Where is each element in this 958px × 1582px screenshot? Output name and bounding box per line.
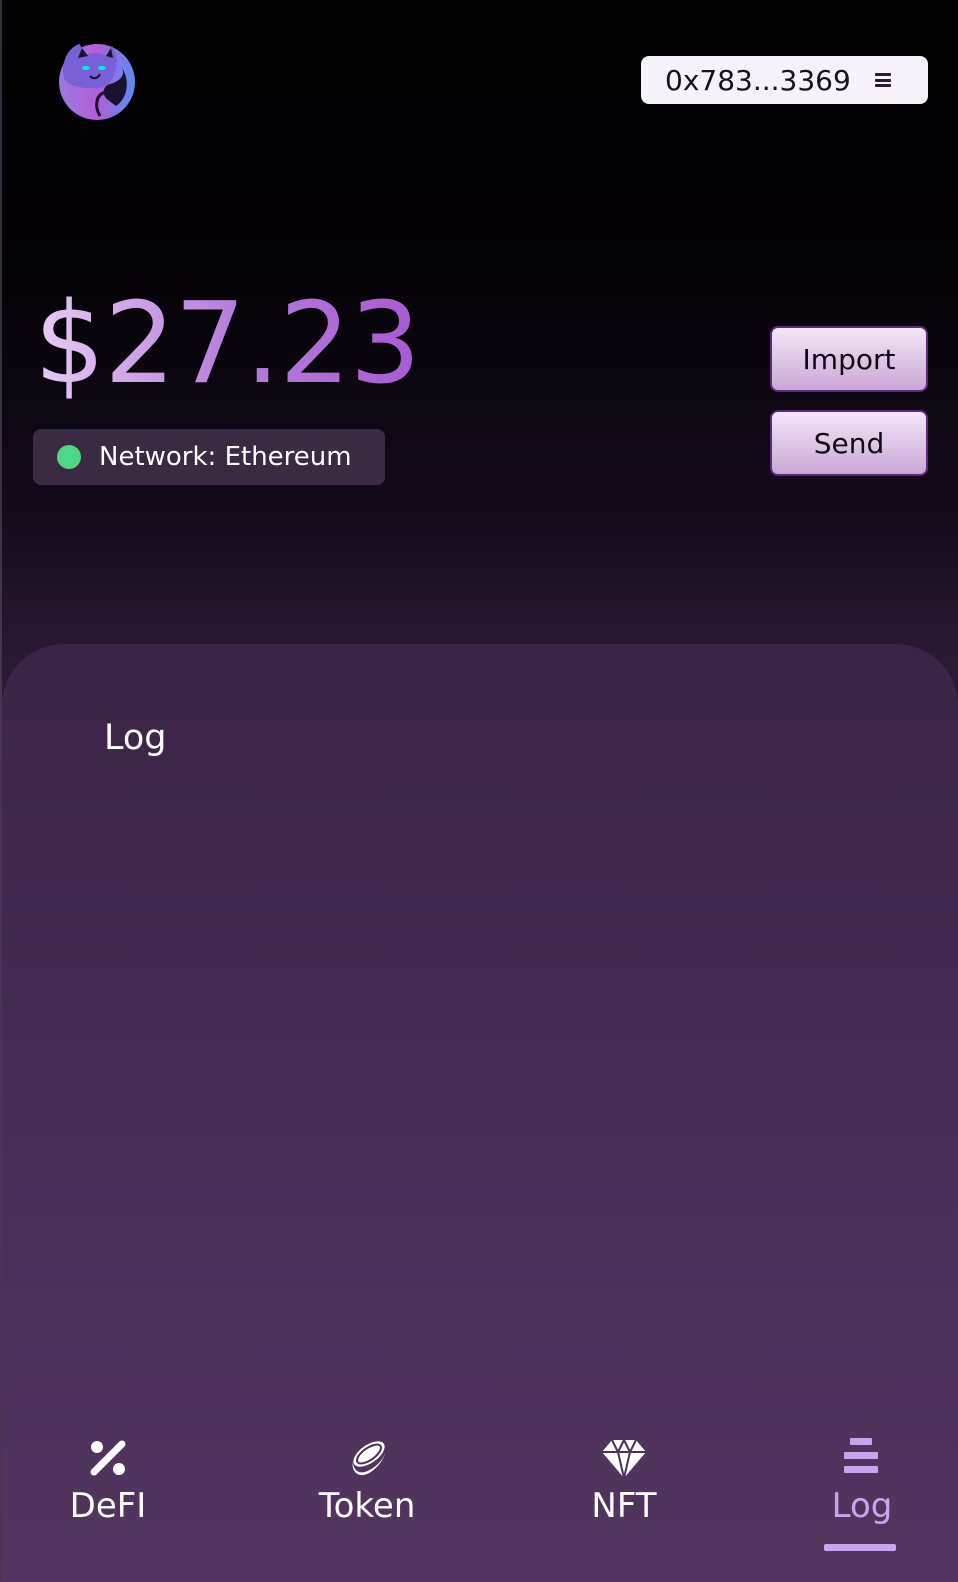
wallet-address-button[interactable]: 0x783...3369	[641, 56, 928, 104]
network-label: Network: Ethereum	[99, 442, 352, 472]
hamburger-icon	[874, 73, 891, 87]
list-icon	[838, 1434, 886, 1482]
diamond-icon	[600, 1434, 648, 1482]
tab-token[interactable]: Token	[312, 1420, 422, 1570]
wallet-address-text: 0x783...3369	[665, 63, 851, 97]
tab-label: DeFI	[69, 1486, 147, 1526]
send-button[interactable]: Send	[770, 410, 928, 476]
active-tab-indicator	[824, 1544, 896, 1551]
bottom-tab-bar: DeFI Token NFT Log	[0, 1420, 958, 1582]
percent-icon	[84, 1434, 132, 1482]
tab-label: Log	[831, 1486, 893, 1526]
network-badge[interactable]: Network: Ethereum	[33, 429, 385, 485]
cat-logo-icon	[56, 40, 138, 122]
import-button[interactable]: Import	[770, 326, 928, 392]
tab-label: NFT	[591, 1486, 657, 1526]
panel-title: Log	[104, 718, 167, 758]
tab-defi[interactable]: DeFI	[58, 1420, 158, 1570]
balance-amount: $27.23	[34, 279, 421, 409]
network-status-dot	[57, 445, 81, 469]
tab-log[interactable]: Log	[822, 1420, 902, 1570]
tab-label: Token	[318, 1486, 416, 1526]
tab-nft[interactable]: NFT	[574, 1420, 674, 1570]
coin-icon	[343, 1434, 391, 1482]
